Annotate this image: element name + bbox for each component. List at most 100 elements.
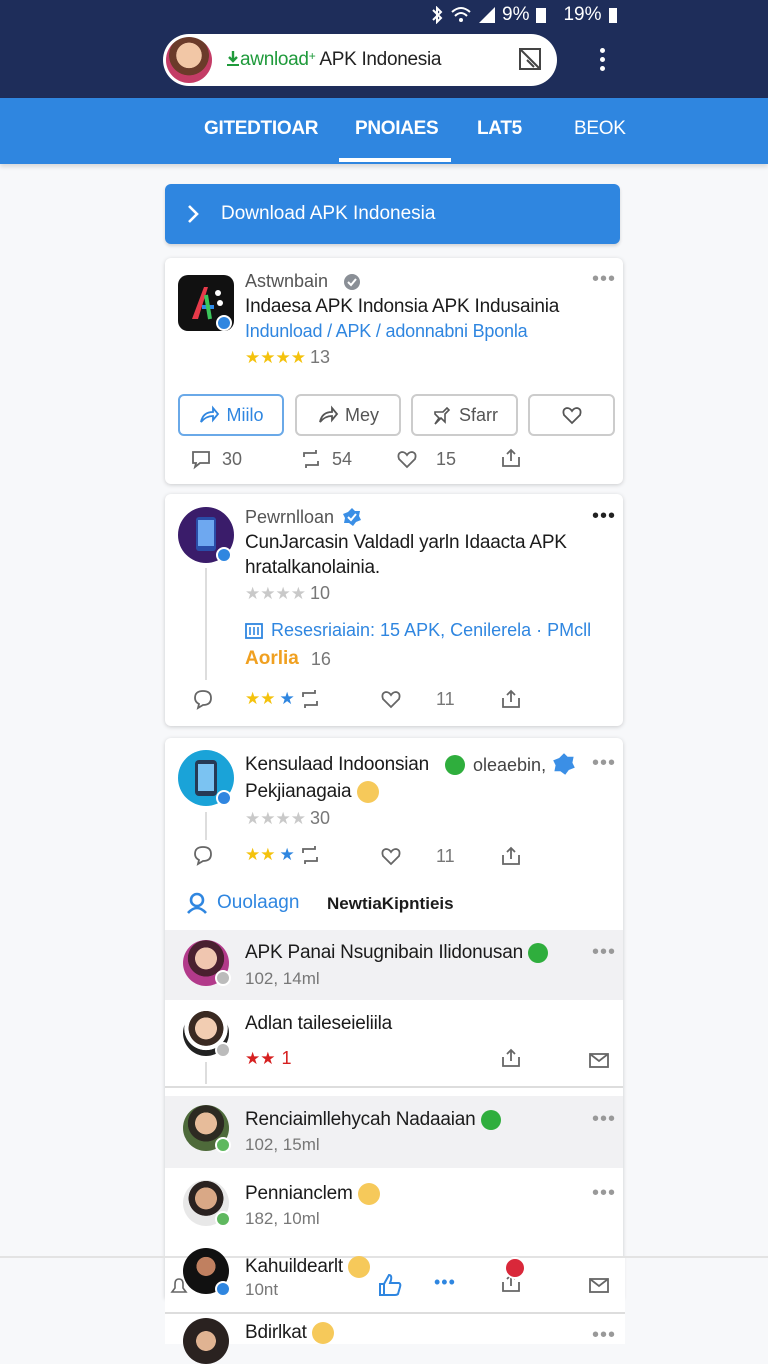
- verified-icon: [528, 942, 549, 963]
- status-badge: [215, 1137, 231, 1153]
- star-icon: ★★★★: [245, 347, 306, 367]
- share-arrow-icon: [200, 405, 220, 423]
- post-menu-icon[interactable]: •••: [592, 505, 616, 528]
- battery-icon: [536, 8, 547, 23]
- list-menu-icon[interactable]: •••: [592, 1182, 616, 1205]
- thread-line: [205, 1062, 207, 1084]
- tab-lat5[interactable]: LAT5: [477, 118, 522, 140]
- list-item-name: Renciaimllehycah Nadaaian: [245, 1109, 501, 1131]
- share-icon[interactable]: [500, 688, 522, 710]
- chevron-right-icon: [188, 205, 199, 223]
- post-title: Indaesa APK Indonsia APK Indusainia: [245, 296, 560, 317]
- star-rating-action[interactable]: ★★ ★: [245, 844, 321, 866]
- share-icon[interactable]: [500, 447, 522, 469]
- comment-count[interactable]: 30: [190, 448, 242, 470]
- like-count: 11: [436, 689, 455, 709]
- post-avatar[interactable]: [178, 507, 234, 563]
- list-item[interactable]: [165, 1314, 625, 1344]
- banner-label: Download APK Indonesia: [221, 203, 436, 224]
- active-tab-indicator: [339, 158, 451, 162]
- share-button[interactable]: Miilo: [178, 394, 284, 436]
- status-badge: [215, 1042, 231, 1058]
- user-avatar[interactable]: [166, 37, 212, 83]
- list-item-name: Adlan taileseieliila: [245, 1013, 393, 1034]
- list-menu-icon[interactable]: •••: [592, 941, 616, 964]
- tab-beok[interactable]: BEOK: [574, 118, 626, 140]
- post-menu-icon[interactable]: •••: [592, 752, 616, 775]
- tab-bar: GITEDTIOAR PNOIAES LAT5 BEOK: [0, 98, 768, 164]
- verified-badge-icon: [344, 274, 360, 290]
- share-icon[interactable]: [500, 1047, 522, 1069]
- reply-button[interactable]: Mey: [295, 394, 401, 436]
- download-arrow-icon: [227, 51, 239, 66]
- battery-icon-2: [608, 8, 617, 23]
- comment-icon[interactable]: [192, 844, 214, 866]
- download-banner[interactable]: Download APK Indonesia: [165, 184, 620, 244]
- post-subtitle[interactable]: Indunload / APK / adonnabni Bponla: [245, 321, 528, 342]
- section-link[interactable]: Ouolaagn: [185, 891, 299, 915]
- list-item[interactable]: [165, 930, 623, 1000]
- overflow-menu-icon[interactable]: [596, 48, 608, 76]
- post-title-line2: hratalkanolainia.: [245, 557, 380, 578]
- list-item-name: APK Panai Nsugnibain Ilidonusan: [245, 942, 549, 964]
- search-bar[interactable]: awnload+ APK Indonesia: [163, 34, 557, 86]
- share-icon[interactable]: [500, 845, 522, 867]
- repost-icon: [301, 846, 318, 864]
- like-count: 11: [436, 846, 455, 866]
- heart-icon[interactable]: [380, 845, 402, 867]
- status-badge: [215, 1211, 231, 1227]
- star-icon: ★★: [245, 845, 276, 864]
- star-rating-action[interactable]: ★★ ★: [245, 688, 321, 710]
- tab-gitedtioar[interactable]: GITEDTIOAR: [204, 118, 318, 140]
- rating: ★★★★ 13: [245, 347, 330, 368]
- like-count[interactable]: 15: [396, 448, 456, 470]
- thumbs-up-icon[interactable]: [377, 1272, 403, 1298]
- heart-icon[interactable]: [380, 688, 402, 710]
- mail-icon[interactable]: [588, 1274, 610, 1296]
- emoji-icon: [356, 781, 379, 803]
- list-item-meta: 102, 15ml: [245, 1135, 320, 1154]
- like-button[interactable]: [528, 394, 615, 436]
- post-title-line1: CunJarcasin Valdadl yarln Idaacta APK: [245, 532, 567, 553]
- mail-icon[interactable]: [588, 1049, 610, 1071]
- list-item[interactable]: [165, 1000, 623, 1088]
- tag: Aorlia 16: [245, 648, 331, 669]
- thread-line: [205, 812, 207, 840]
- star-icon: ★★: [245, 1048, 276, 1068]
- list-item[interactable]: [165, 1170, 623, 1244]
- app-icon[interactable]: [178, 275, 234, 331]
- rating-count: 13: [309, 347, 330, 367]
- tab-pnoiaes[interactable]: PNOIAES: [355, 118, 439, 140]
- post-menu-icon[interactable]: •••: [592, 268, 616, 291]
- heart-icon: [562, 407, 581, 425]
- clear-search-icon[interactable]: [517, 46, 543, 72]
- verified-badge-icon: [445, 755, 465, 775]
- post-title: Pekjianagaia: [245, 781, 379, 803]
- list-item-meta: 10nt: [245, 1280, 279, 1299]
- comment-icon[interactable]: [192, 688, 214, 710]
- star-icon: ★★★★: [245, 583, 306, 603]
- list-menu-icon[interactable]: •••: [592, 1108, 616, 1131]
- post-author[interactable]: Astwnbain: [245, 271, 328, 292]
- post-author[interactable]: Pewrnlloan: [245, 507, 334, 528]
- list-item[interactable]: [165, 1096, 623, 1168]
- more-icon[interactable]: •••: [434, 1272, 456, 1293]
- repost-count[interactable]: 54: [300, 448, 352, 470]
- resource-link[interactable]: Resesriaiain: 15 APK, Cenilerela · PMcll: [245, 620, 591, 641]
- emoji-icon: [357, 1183, 380, 1205]
- rating: ★★★★ 10: [245, 583, 330, 603]
- status-bar: 9% 19%: [0, 0, 768, 28]
- emoji-icon: [348, 1256, 371, 1278]
- post-avatar[interactable]: [178, 750, 234, 806]
- forward-icon: [319, 405, 339, 423]
- emoji-icon: [311, 1322, 334, 1344]
- list-item-rating: ★★ 1: [245, 1048, 292, 1068]
- avatar[interactable]: [183, 1318, 229, 1364]
- wifi-icon: [451, 7, 471, 22]
- post-author[interactable]: Kensulaad Indoonsian: [245, 754, 429, 776]
- heart-icon: [397, 451, 417, 469]
- notification-badge: [504, 1257, 526, 1279]
- post-extra: oleaebin,: [473, 755, 547, 775]
- star-button[interactable]: Sfarr: [411, 394, 518, 436]
- comment-icon: [192, 451, 210, 470]
